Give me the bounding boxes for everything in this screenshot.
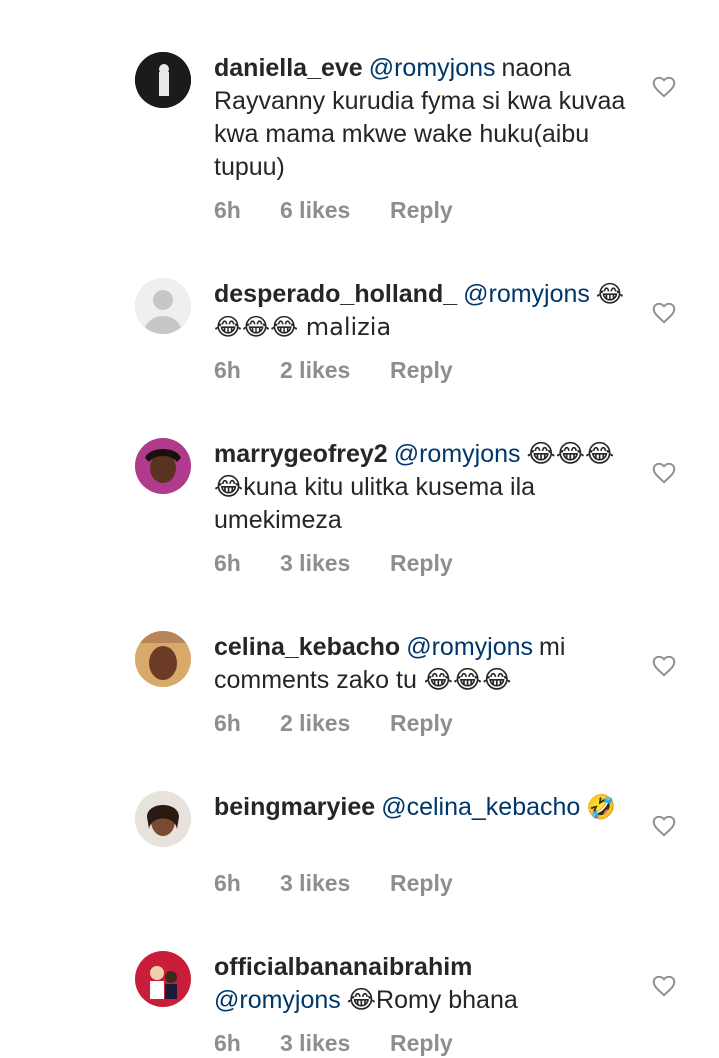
avatar[interactable] bbox=[135, 631, 191, 687]
comment-body: daniella_eve @romyjons naona Rayvanny kuru… bbox=[214, 52, 634, 184]
heart-outline-icon[interactable] bbox=[651, 300, 677, 326]
comment-mention[interactable]: @romyjons bbox=[214, 986, 341, 1014]
comment-body: officialbananaibrahim @romyjons 😂Romy bhan… bbox=[214, 951, 634, 1017]
comment-meta: 6h 3 likes Reply bbox=[214, 548, 453, 578]
default-avatar-icon bbox=[135, 278, 191, 334]
comment-username[interactable]: beingmaryiee bbox=[214, 793, 375, 821]
comment-likes[interactable]: 3 likes bbox=[280, 870, 390, 897]
comment-meta: 6h 3 likes Reply bbox=[214, 868, 453, 898]
comment-text: 😂Romy bhana bbox=[346, 986, 518, 1014]
avatar[interactable] bbox=[135, 278, 191, 334]
comment-username[interactable]: officialbananaibrahim bbox=[214, 951, 628, 984]
comment-time: 6h bbox=[214, 869, 241, 896]
reply-button[interactable]: Reply bbox=[390, 710, 453, 737]
heart-outline-icon[interactable] bbox=[651, 813, 677, 839]
comment-mention[interactable]: @romyjons bbox=[406, 633, 533, 661]
avatar-photo-icon bbox=[135, 791, 191, 847]
heart-outline-icon[interactable] bbox=[651, 460, 677, 486]
comment-meta: 6h 3 likes Reply bbox=[214, 1028, 453, 1058]
avatar[interactable] bbox=[135, 438, 191, 494]
comment-username[interactable]: celina_kebacho bbox=[214, 633, 400, 661]
avatar[interactable] bbox=[135, 791, 191, 847]
comment-time: 6h bbox=[214, 196, 241, 223]
comment-body: beingmaryiee @celina_kebacho 🤣 bbox=[214, 791, 634, 824]
comment-mention[interactable]: @celina_kebacho bbox=[381, 793, 580, 821]
comment-username[interactable]: daniella_eve bbox=[214, 54, 363, 82]
comment-mention[interactable]: @romyjons bbox=[463, 280, 590, 308]
comment-meta: 6h 2 likes Reply bbox=[214, 355, 453, 385]
comment-time: 6h bbox=[214, 1029, 241, 1056]
comment-likes[interactable]: 6 likes bbox=[280, 197, 390, 224]
comment-meta: 6h 6 likes Reply bbox=[214, 195, 453, 225]
comment-likes[interactable]: 3 likes bbox=[280, 1030, 390, 1057]
comment-text: 🤣 bbox=[586, 793, 617, 821]
heart-outline-icon[interactable] bbox=[651, 74, 677, 100]
comment-username[interactable]: desperado_holland_ bbox=[214, 280, 457, 308]
comment-likes[interactable]: 3 likes bbox=[280, 550, 390, 577]
comment-mention[interactable]: @romyjons bbox=[394, 440, 521, 468]
avatar-photo-icon bbox=[135, 52, 191, 108]
comment-mention[interactable]: @romyjons bbox=[369, 54, 496, 82]
comment-meta: 6h 2 likes Reply bbox=[214, 708, 453, 738]
avatar-photo-icon bbox=[135, 438, 191, 494]
avatar-photo-icon bbox=[135, 951, 191, 1007]
reply-button[interactable]: Reply bbox=[390, 197, 453, 224]
reply-button[interactable]: Reply bbox=[390, 1030, 453, 1057]
comment-time: 6h bbox=[214, 549, 241, 576]
avatar[interactable] bbox=[135, 52, 191, 108]
reply-button[interactable]: Reply bbox=[390, 870, 453, 897]
heart-outline-icon[interactable] bbox=[651, 973, 677, 999]
avatar[interactable] bbox=[135, 951, 191, 1007]
avatar-photo-icon bbox=[135, 631, 191, 687]
comment-likes[interactable]: 2 likes bbox=[280, 357, 390, 384]
comment-time: 6h bbox=[214, 709, 241, 736]
comment-body: celina_kebacho @romyjons mi comments zako … bbox=[214, 631, 634, 697]
comment-time: 6h bbox=[214, 356, 241, 383]
comment-body: marrygeofrey2 @romyjons 😂😂😂😂kuna kitu ulit… bbox=[214, 438, 634, 537]
comment-username[interactable]: marrygeofrey2 bbox=[214, 440, 388, 468]
comment-body: desperado_holland_ @romyjons 😂😂😂😂 malizia bbox=[214, 278, 634, 344]
heart-outline-icon[interactable] bbox=[651, 653, 677, 679]
comment-likes[interactable]: 2 likes bbox=[280, 710, 390, 737]
reply-button[interactable]: Reply bbox=[390, 357, 453, 384]
reply-button[interactable]: Reply bbox=[390, 550, 453, 577]
